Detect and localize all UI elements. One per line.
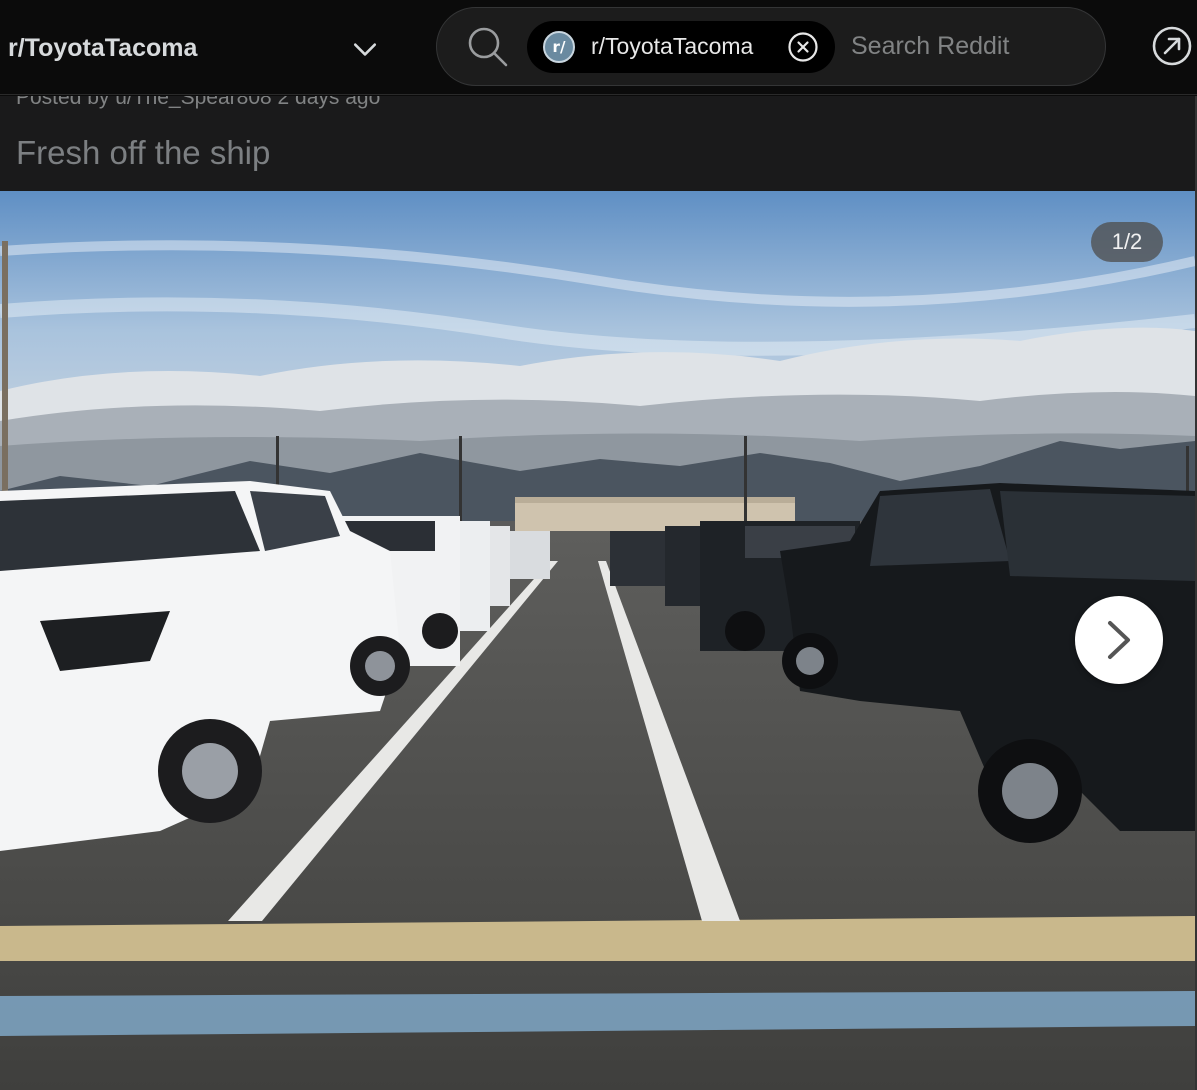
search-bar[interactable]: r/ r/ToyotaTacoma Search Reddit: [436, 7, 1106, 86]
chevron-down-icon[interactable]: [352, 36, 378, 62]
parking-lot-photo: [0, 191, 1195, 1090]
top-bar: r/ToyotaTacoma r/ r/ToyotaTacoma Search …: [0, 0, 1197, 95]
close-circle-icon[interactable]: [787, 31, 819, 63]
community-selector[interactable]: r/ToyotaTacoma: [0, 14, 395, 82]
next-image-button[interactable]: [1075, 596, 1163, 684]
chevron-right-icon: [1108, 621, 1130, 659]
search-icon: [468, 27, 508, 67]
community-search-chip[interactable]: r/ r/ToyotaTacoma: [527, 21, 835, 73]
posted-by[interactable]: Posted by u/The_Spear808 2 days ago: [16, 96, 380, 110]
chip-label: r/ToyotaTacoma: [591, 33, 754, 59]
community-avatar: r/: [543, 31, 575, 63]
post-image[interactable]: [0, 191, 1195, 1090]
open-external-icon[interactable]: [1151, 25, 1193, 67]
post-title[interactable]: Fresh off the ship: [16, 134, 270, 172]
search-input[interactable]: Search Reddit: [851, 32, 1009, 61]
community-name: r/ToyotaTacoma: [8, 33, 198, 62]
post-header: Posted by u/The_Spear808 2 days ago Fres…: [0, 96, 1197, 191]
gallery-counter: 1/2: [1091, 222, 1163, 262]
